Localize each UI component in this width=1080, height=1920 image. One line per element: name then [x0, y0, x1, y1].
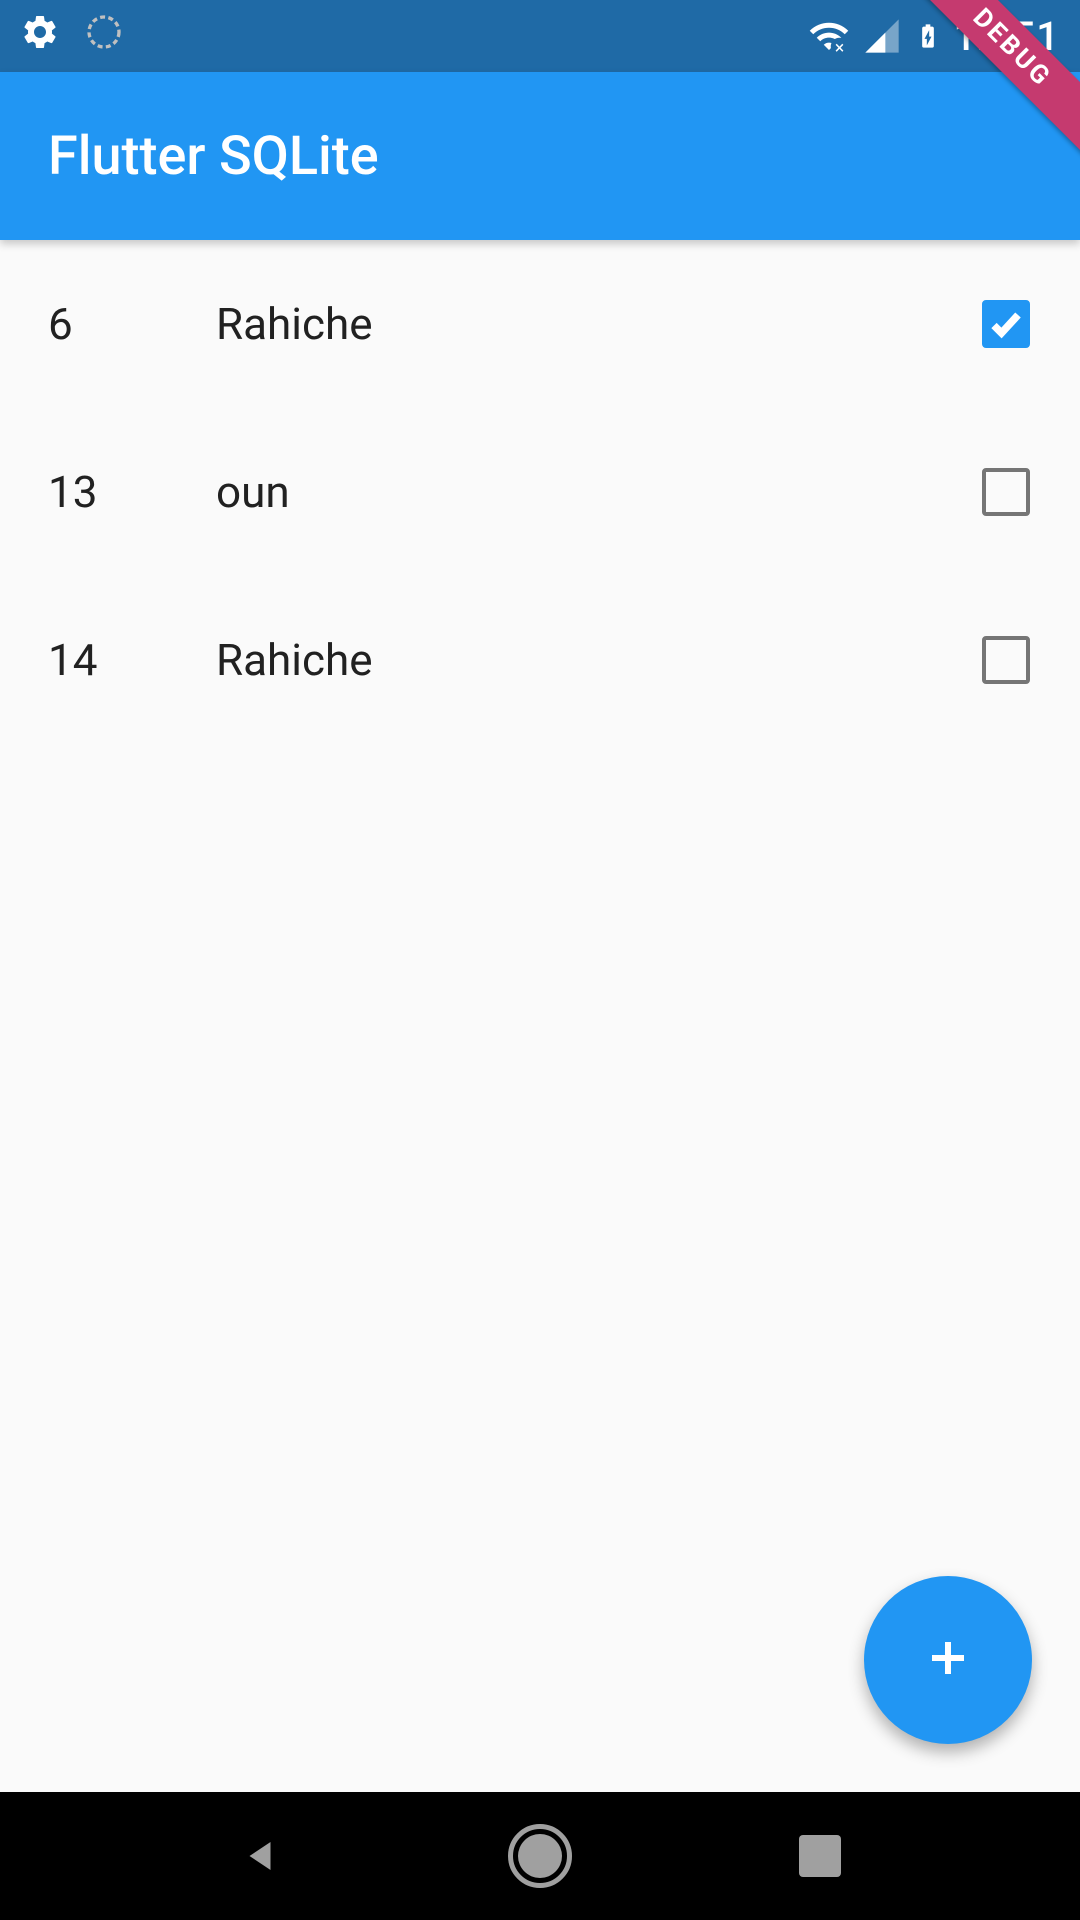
gear-icon — [20, 12, 60, 61]
plus-icon — [924, 1634, 972, 1686]
nav-back-button[interactable] — [228, 1824, 292, 1888]
app-bar: Flutter SQLite — [0, 72, 1080, 240]
battery-charging-icon — [914, 14, 942, 58]
spinner-icon — [84, 12, 124, 61]
checkbox-empty-icon — [982, 468, 1030, 516]
item-checkbox[interactable] — [980, 634, 1032, 686]
item-checkbox[interactable] — [980, 466, 1032, 518]
list-item[interactable]: 6Rahiche — [0, 240, 1080, 408]
item-id: 14 — [48, 634, 168, 686]
item-name: Rahiche — [168, 634, 980, 686]
list-item[interactable]: 13oun — [0, 408, 1080, 576]
item-name: oun — [168, 466, 980, 518]
svg-text:×: × — [834, 39, 843, 58]
item-checkbox[interactable] — [980, 298, 1032, 350]
checkbox-empty-icon — [982, 636, 1030, 684]
status-bar-left — [20, 12, 124, 61]
item-id: 6 — [48, 298, 168, 350]
nav-recent-button[interactable] — [788, 1824, 852, 1888]
item-id: 13 — [48, 466, 168, 518]
signal-icon — [862, 16, 902, 56]
content-area[interactable]: 6Rahiche13oun14Rahiche — [0, 240, 1080, 1792]
add-button[interactable] — [864, 1576, 1032, 1744]
circle-icon — [508, 1824, 572, 1888]
item-name: Rahiche — [168, 298, 980, 350]
nav-bar — [0, 1792, 1080, 1920]
app-bar-title: Flutter SQLite — [48, 125, 379, 188]
status-bar: × 12:51 — [0, 0, 1080, 72]
nav-home-button[interactable] — [508, 1824, 572, 1888]
checkbox-checked-icon — [982, 300, 1030, 348]
square-icon — [799, 1835, 841, 1877]
wifi-icon: × — [808, 15, 850, 57]
list-item[interactable]: 14Rahiche — [0, 576, 1080, 744]
